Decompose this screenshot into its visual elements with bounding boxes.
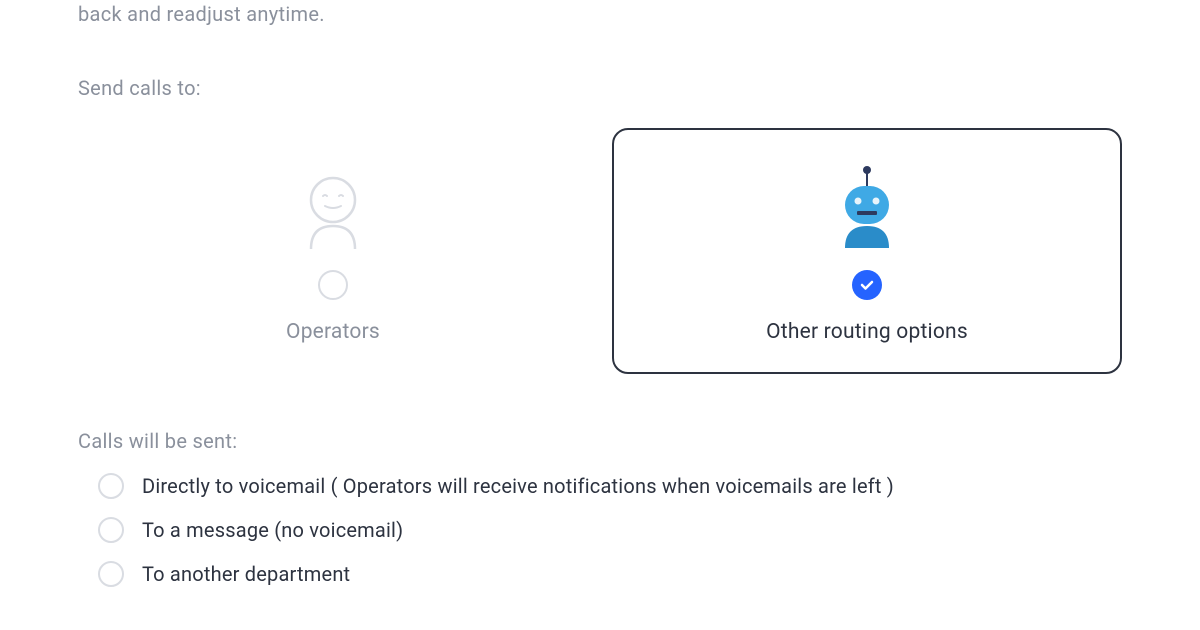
checkmark-icon [859,277,875,293]
robot-icon [835,160,899,250]
option-other-routing[interactable]: Other routing options [612,128,1122,374]
radio-message [98,517,124,543]
radio-department [98,561,124,587]
routing-options-row: Operators Other routing options [78,128,1122,374]
calls-sent-label: Calls will be sent: [78,429,1122,453]
option-department-label: To another department [142,562,350,586]
option-message[interactable]: To a message (no voicemail) [98,517,1122,543]
option-voicemail[interactable]: Directly to voicemail ( Operators will r… [98,473,1122,499]
person-icon [303,160,363,250]
radio-voicemail [98,473,124,499]
option-message-label: To a message (no voicemail) [142,518,403,542]
radio-operators [318,270,348,300]
routing-sub-options: Directly to voicemail ( Operators will r… [78,473,1122,587]
option-other-routing-label: Other routing options [766,320,968,344]
option-operators-label: Operators [286,320,380,344]
radio-other-routing [852,270,882,300]
option-department[interactable]: To another department [98,561,1122,587]
context-text: back and readjust anytime. [78,0,1122,28]
option-operators[interactable]: Operators [78,128,588,374]
send-calls-label: Send calls to: [78,76,1122,100]
option-voicemail-label: Directly to voicemail ( Operators will r… [142,474,894,498]
